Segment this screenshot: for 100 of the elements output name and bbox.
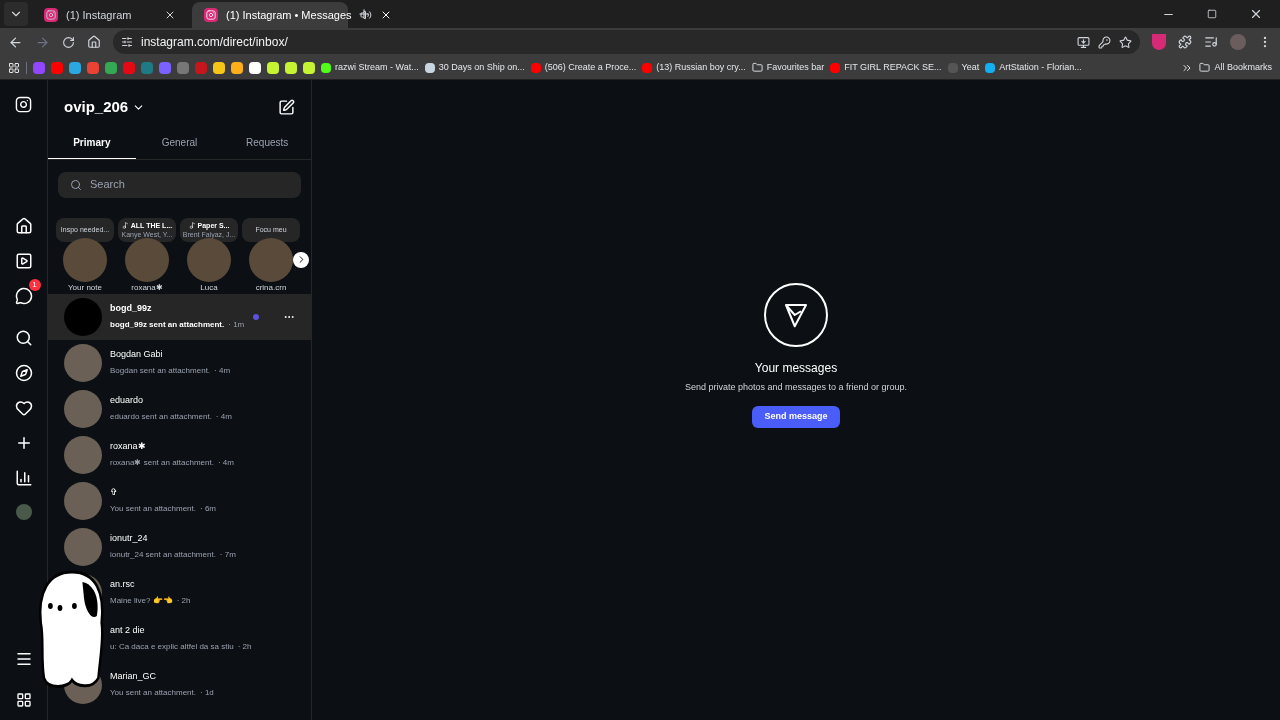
message-time: · 2h [237,641,252,654]
folder-icon [1199,62,1211,73]
message-time: · 1d [200,687,214,700]
message-preview: bogd_99z sent an attachment. [110,319,225,332]
message-time: · 6m [200,503,216,516]
contact-name: ant 2 die [110,623,146,637]
address-bar[interactable]: instagram.com/direct/inbox/ [113,30,1140,54]
all-bookmarks-folder[interactable]: All Bookmarks [1214,60,1272,75]
bookmark-icon[interactable] [249,61,261,74]
back-icon[interactable] [8,34,23,50]
conversation-row[interactable]: ✞ You sent an attachment. · 6m [48,477,311,524]
bookmark-folder[interactable]: Favourites bar [766,60,825,75]
instagram-logo-icon[interactable] [15,96,32,113]
bookmark-link[interactable]: Yeat [947,60,980,75]
message-preview: ionutr_24 sent an attachment. [110,549,216,562]
url-text: instagram.com/direct/inbox/ [141,34,289,51]
note-name: Luca [200,281,218,294]
contact-name: Bogdan Gabi [110,347,164,361]
bookmark-link[interactable]: (13) Russian boy cry... [642,60,746,75]
contact-name: ionutr_24 [110,531,149,545]
paper-plane-icon [764,282,828,347]
tab-list-icon[interactable] [4,2,28,26]
close-icon[interactable] [164,9,176,21]
bookmark-link[interactable]: (506) Create a Proce... [530,60,637,75]
contact-name: roxana✱ [110,439,147,453]
instagram-icon [204,8,218,22]
tab-title: (1) Instagram [66,7,133,23]
compass-icon[interactable] [14,364,33,382]
compose-icon[interactable] [278,98,295,116]
send-message-button[interactable]: Send message [752,406,840,428]
media-icon[interactable] [1204,35,1218,49]
bookmark-icon[interactable] [285,61,297,74]
browser-tab[interactable]: (1) Instagram [32,2,188,28]
key-icon[interactable] [1098,35,1111,49]
message-time: · 4m [214,365,231,378]
conversation-row[interactable]: bogd_99z bogd_99z sent an attachment. · 1m [48,293,311,340]
avatar-photo [64,343,102,382]
empty-title: Your messages [754,359,838,377]
contact-name: ✞ [110,485,119,499]
conversation-row[interactable]: roxana✱ roxana✱ sent an attachment. · 4m [48,431,311,478]
music-icon [121,221,129,229]
username[interactable]: ovip_206 [64,96,129,119]
reels-icon[interactable] [14,252,33,270]
conversation-row[interactable]: Bogdan Gabi Bogdan sent an attachment. · 4m [48,339,311,386]
search-input[interactable]: Search [90,176,289,193]
avatar-photo [64,297,102,336]
apps-icon[interactable] [15,692,32,708]
avatar-photo [64,435,102,474]
contact-name: Marian_GC [110,669,157,683]
note-name: roxana✱ [131,281,163,294]
bookmark-icon[interactable] [213,61,225,74]
reload-icon[interactable] [62,35,75,49]
contact-name: eduardo [110,393,145,407]
inbox-tab[interactable]: General [135,126,224,159]
star-icon[interactable] [1119,35,1132,49]
conversation-row[interactable]: ionutr_24 ionutr_24 sent an attachment. · 7m [48,523,311,570]
inbox-tab[interactable]: Primary [48,126,136,159]
site-settings-icon [121,36,133,48]
bookmark-icon[interactable] [303,61,315,74]
chart-icon[interactable] [14,469,33,487]
home-icon[interactable] [14,217,33,235]
search-icon[interactable] [14,329,33,347]
menu-icon[interactable] [14,650,33,668]
bookmark-link[interactable]: ArtStation - Florian... [985,60,1082,75]
message-time: · 4m [215,411,232,424]
message-preview: You sent an attachment. [110,503,196,516]
search-icon [70,178,82,191]
bookmark-link[interactable]: razwi Stream - Wat... [321,60,419,75]
notification-badge: 1 [28,279,41,291]
heart-icon[interactable] [14,399,33,417]
contact-name: bogd_99z [110,301,153,315]
extensions-icon[interactable] [1178,35,1192,49]
search-field[interactable]: Search [58,171,301,198]
home-icon[interactable] [87,35,101,49]
avatar-photo [64,481,102,520]
note-name: Your note [68,281,102,294]
note-name: crina.crn [255,281,287,294]
bookmark-link[interactable]: FIT GIRL REPACK SE... [830,60,942,75]
install-icon[interactable] [1077,35,1090,49]
message-time: · 2h [176,595,191,608]
profile-avatar-icon[interactable] [15,504,32,520]
message-preview: eduardo sent an attachment. [110,411,212,424]
bookmark-icon[interactable] [231,61,243,74]
messages-icon[interactable] [14,287,33,305]
avatar-photo [64,527,102,566]
bookmark-icon[interactable] [267,61,279,74]
message-preview: You sent an attachment. [110,687,196,700]
folder-icon [751,62,763,73]
message-time: · 1m [228,319,245,332]
apps-icon[interactable] [8,61,20,74]
empty-text: Send private photos and messages to a friend or group. [684,380,908,394]
inbox-tab[interactable]: Requests [223,126,311,159]
message-time: · 7m [219,549,236,562]
message-preview: u: Ca daca e explic altfel da sa stiu [110,641,234,654]
conversation-row[interactable]: eduardo eduardo sent an attachment. · 4m [48,385,311,432]
message-preview: Maine live? 👉👈 [110,595,173,608]
music-icon [188,221,196,229]
bookmark-link[interactable]: 30 Days on Ship on... [424,60,525,75]
message-time: · 4m [217,457,234,470]
message-preview: roxana✱ sent an attachment. [110,457,214,470]
